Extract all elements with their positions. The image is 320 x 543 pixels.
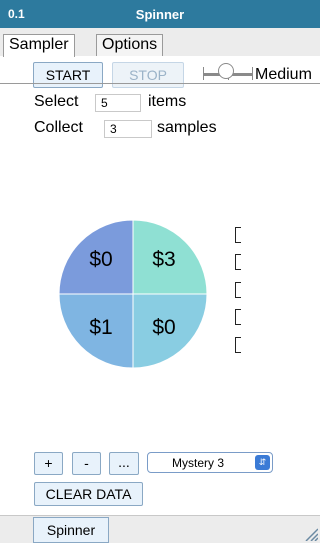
resize-grip-icon[interactable] [302,525,318,541]
tab-sampler[interactable]: Sampler [3,34,75,57]
preset-select[interactable]: Mystery 3 ⇵ [147,452,273,473]
spinner-section-label: $1 [89,316,112,339]
window-title: Spinner [135,7,185,22]
spinner-wheel[interactable]: $0 $3 $0 $1 [0,56,320,515]
sample-slot [235,254,241,270]
sample-slot [235,227,241,243]
spinner-tab[interactable]: Spinner [33,517,109,543]
updown-chevron-icon: ⇵ [255,455,270,470]
add-section-button[interactable]: + [34,452,63,475]
sampler-panel: START STOP Medium Select 5 items Collect… [0,56,320,515]
remove-section-button[interactable]: - [72,452,101,475]
bottom-bar: Spinner [0,515,320,543]
more-options-button[interactable]: ... [109,452,139,475]
tab-options[interactable]: Options [96,34,164,56]
clear-data-button[interactable]: CLEAR DATA [34,482,143,506]
sample-slot [235,282,241,298]
tab-bar: Sampler Options [0,28,320,84]
title-bar: 0.1 Spinner [0,0,320,28]
spinner-section-label: $0 [152,316,175,339]
spinner-section-label: $3 [152,248,175,271]
sample-slot [235,337,241,353]
spinner-section-label: $0 [89,248,112,271]
tab-divider [0,83,320,84]
preset-select-value: Mystery 3 [172,456,225,470]
sample-slot [235,309,241,325]
